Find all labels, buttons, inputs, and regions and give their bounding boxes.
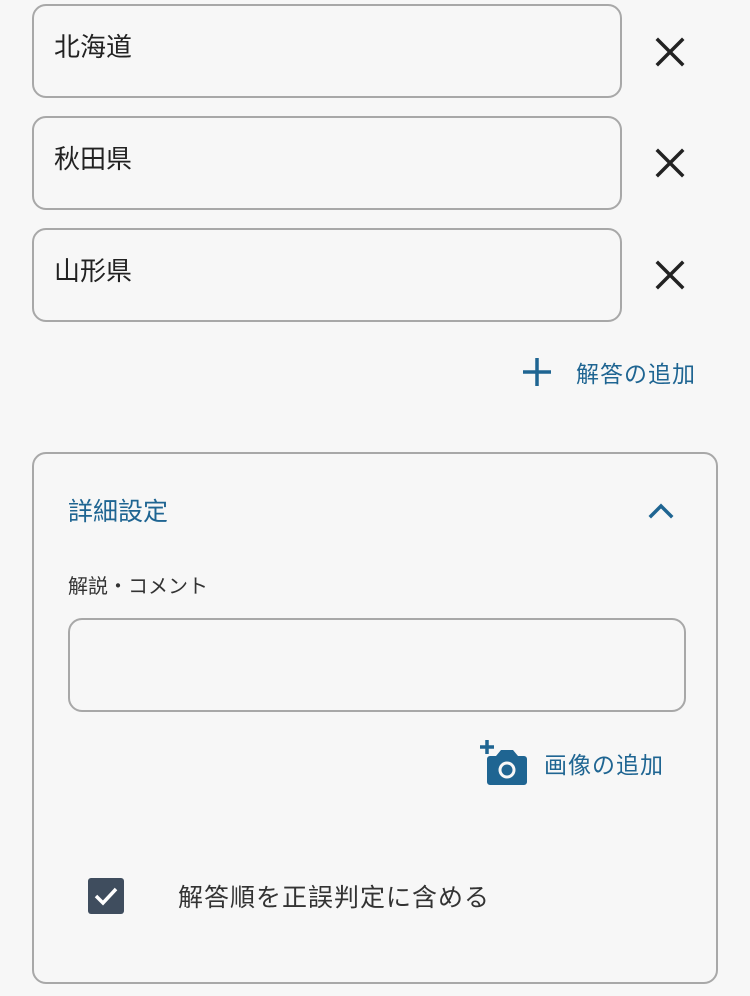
add-image-button[interactable]: 画像の追加 <box>480 738 664 788</box>
answer-field-3[interactable]: 山形県 <box>32 228 622 322</box>
order-checkbox[interactable] <box>88 878 124 914</box>
close-icon <box>655 148 685 178</box>
answer-value: 秋田県 <box>54 145 133 175</box>
close-icon <box>655 37 685 67</box>
details-title: 詳細設定 <box>68 497 169 526</box>
add-answer-label: 解答の追加 <box>576 362 696 388</box>
remove-answer-button-2[interactable] <box>648 141 692 185</box>
order-option-label: 解答順を正誤判定に含める <box>178 883 491 912</box>
close-icon <box>655 260 685 290</box>
details-toggle[interactable]: 詳細設定 <box>34 454 716 564</box>
order-option: 解答順を正誤判定に含める <box>88 876 490 916</box>
details-panel: 詳細設定 解説・コメント 画像の追加 解答順を正誤判定に含める <box>32 452 718 984</box>
chevron-up-icon <box>648 503 674 519</box>
check-icon <box>94 887 118 906</box>
add-answer-button[interactable]: 解答の追加 <box>520 350 696 394</box>
remove-answer-button-3[interactable] <box>648 253 692 297</box>
comment-input[interactable] <box>68 618 686 712</box>
comment-label: 解説・コメント <box>68 574 208 598</box>
answer-field-2[interactable]: 秋田県 <box>32 116 622 210</box>
plus-icon <box>523 358 551 386</box>
answer-value: 山形県 <box>54 257 133 287</box>
add-image-label: 画像の追加 <box>544 753 664 779</box>
answer-field-1[interactable]: 北海道 <box>32 4 622 98</box>
answer-value: 北海道 <box>54 33 133 63</box>
remove-answer-button-1[interactable] <box>648 30 692 74</box>
add-photo-icon <box>480 740 527 785</box>
